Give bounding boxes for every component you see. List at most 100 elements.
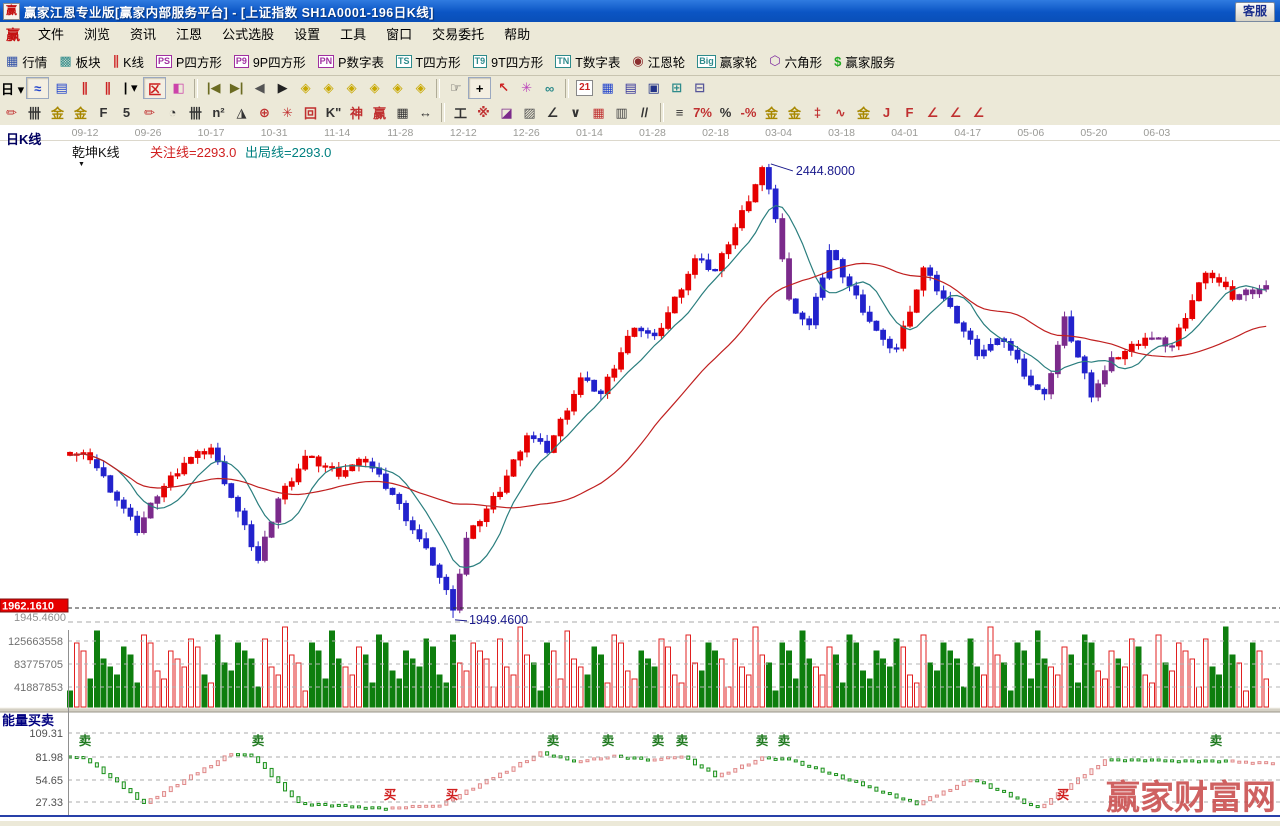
nav-last[interactable]: ▶| [226,78,247,98]
gold-angle-tool[interactable]: 金 [853,103,874,123]
quotes-button[interactable]: ▦行情 [0,49,53,73]
minus-percent-tool[interactable]: -% [738,103,759,123]
ruler-tool[interactable]: 卌 [24,103,45,123]
crosshair-tool[interactable]: + [468,77,491,99]
kline9-tool[interactable]: ∥ [97,78,118,98]
beam-tool[interactable]: 工 [450,103,471,123]
indicator-title[interactable]: 能量买卖 [2,713,54,728]
nav-prev[interactable]: ◀ [249,78,270,98]
menu-item-资讯[interactable]: 资讯 [120,24,166,45]
menu-item-文件[interactable]: 文件 [28,24,74,45]
info-panel-tool[interactable]: ▤ [51,78,72,98]
menu-item-公式选股[interactable]: 公式选股 [212,24,284,45]
chart-canvas[interactable]: 09-1209-2610-1710-3111-1411-2812-1212-26… [0,125,1280,821]
percent7-tool[interactable]: 7% [692,103,713,123]
menu-item-浏览[interactable]: 浏览 [74,24,120,45]
qiankun-kline-tool[interactable]: 区 [143,77,166,99]
p9-square-button[interactable]: P99P四方形 [228,49,312,73]
comb-tool[interactable]: 卌 [185,103,206,123]
menu-item-设置[interactable]: 设置 [284,24,330,45]
double-dagger-tool[interactable]: ‡ [807,103,828,123]
diamond-left[interactable]: ◈ [295,78,316,98]
chart-area[interactable]: 09-1209-2610-1710-3111-1411-2812-1212-26… [0,125,1280,821]
f-angle-tool[interactable]: F [899,103,920,123]
p-number-button[interactable]: PNP数字表 [312,49,390,73]
parallel-lines-tool[interactable]: // [634,103,655,123]
period-dropdown[interactable]: 日 ▾ [1,78,24,98]
gold-lines-tool[interactable]: 金 [784,103,805,123]
ying-tool[interactable]: 赢 [369,103,390,123]
diamond-expand-all[interactable]: ◈ [410,78,431,98]
marker-tool[interactable]: ✏ [139,103,160,123]
winner-wheel-button[interactable]: Big赢家轮 [691,49,763,73]
shen-tool[interactable]: 神 [346,103,367,123]
flower-tool[interactable]: ✳ [516,78,537,98]
hand-tool[interactable]: ☞ [445,78,466,98]
dark-grid-tool[interactable]: ▥ [611,103,632,123]
save-tool[interactable]: ▣ [643,78,664,98]
t9-square-button[interactable]: T99T四方形 [467,49,550,73]
pen-tool[interactable]: ✏ [1,103,22,123]
computer-tool[interactable]: ⊟ [689,78,710,98]
red-angle-tool-1[interactable]: ∠ [922,103,943,123]
gann-wheel-button[interactable]: ◉江恩轮 [626,49,691,73]
overlay-label[interactable]: 乾坤K线 [72,145,120,160]
starburst-tool[interactable]: ✳ [277,103,298,123]
t-number-button[interactable]: TNT数字表 [549,49,626,73]
ray-fan-tool[interactable]: ※ [473,103,494,123]
nav-first[interactable]: |◀ [203,78,224,98]
circle-cross-tool[interactable]: ⊕ [254,103,275,123]
candle-style-dropdown[interactable]: | ▾ [120,78,141,98]
diamond-h-expand[interactable]: ◈ [341,78,362,98]
h-span-tool[interactable]: ↔ [415,103,436,123]
angle-tool[interactable]: ◮ [231,103,252,123]
gold-circle-tool[interactable]: 金 [761,103,782,123]
nav-next[interactable]: ▶ [272,78,293,98]
diamond-right[interactable]: ◈ [318,78,339,98]
wave-tool[interactable]: ∿ [830,103,851,123]
sectors-button[interactable]: ▩板块 [53,49,106,73]
zigzag-line-tool[interactable]: ∨ [565,103,586,123]
web-tool[interactable]: ⊞ [666,78,687,98]
trend-angle-tool[interactable]: ∠ [542,103,563,123]
menu-item-帮助[interactable]: 帮助 [494,24,540,45]
red-grid-tool[interactable]: ▦ [588,103,609,123]
notes-tool[interactable]: ▤ [620,78,641,98]
percent-tool[interactable]: % [715,103,736,123]
spiral-tool[interactable]: 5 [116,103,137,123]
grid-numbers-tool[interactable]: ▦ [392,103,413,123]
menu-item-窗口[interactable]: 窗口 [376,24,422,45]
pane-separator[interactable] [0,708,1280,712]
red-angle-tool-2[interactable]: ∠ [945,103,966,123]
menu-item-江恩[interactable]: 江恩 [166,24,212,45]
p-square-button[interactable]: PSP四方形 [150,49,228,73]
pointer-tool[interactable]: ↖ [493,78,514,98]
calendar-tool[interactable]: 21 [574,78,595,98]
diamond-fit[interactable]: ◈ [387,78,408,98]
kline3-tool[interactable]: ∥ [74,78,95,98]
menu-item-工具[interactable]: 工具 [330,24,376,45]
shaded-box-tool[interactable]: ▨ [519,103,540,123]
diamond-compress[interactable]: ◈ [364,78,385,98]
square-spiral-tool[interactable]: 回 [300,103,321,123]
menu-item-交易委托[interactable]: 交易委托 [422,24,494,45]
kline-button[interactable]: ∥K线 [107,49,150,73]
hexagon-button[interactable]: ⬡六角形 [763,49,828,73]
square-number-tool[interactable]: n² [208,103,229,123]
stats-chart-tool[interactable]: ◧ [168,78,189,98]
volume-profile-tool[interactable]: ≡ [669,103,690,123]
customer-service-button[interactable]: 客服 [1235,2,1275,22]
gann-gold-tool-1[interactable]: 金 [47,103,68,123]
j-angle-tool[interactable]: J [876,103,897,123]
gann-gold-tool-2[interactable]: 金 [70,103,91,123]
gann-box-tool[interactable]: ◪ [496,103,517,123]
clock-tool[interactable]: ◔ [162,103,183,123]
t-square-button[interactable]: TST四方形 [390,49,467,73]
period-label[interactable]: 日K线 [6,132,41,147]
cloud-tool[interactable]: ∞ [539,78,560,98]
k-notes-tool[interactable]: K" [323,103,344,123]
overlay-dropdown-arrow[interactable]: ▼ [78,161,85,168]
calculator-tool[interactable]: ▦ [597,78,618,98]
pattern-tool[interactable]: ≈ [26,77,49,99]
red-angle-tool-3[interactable]: ∠ [968,103,989,123]
